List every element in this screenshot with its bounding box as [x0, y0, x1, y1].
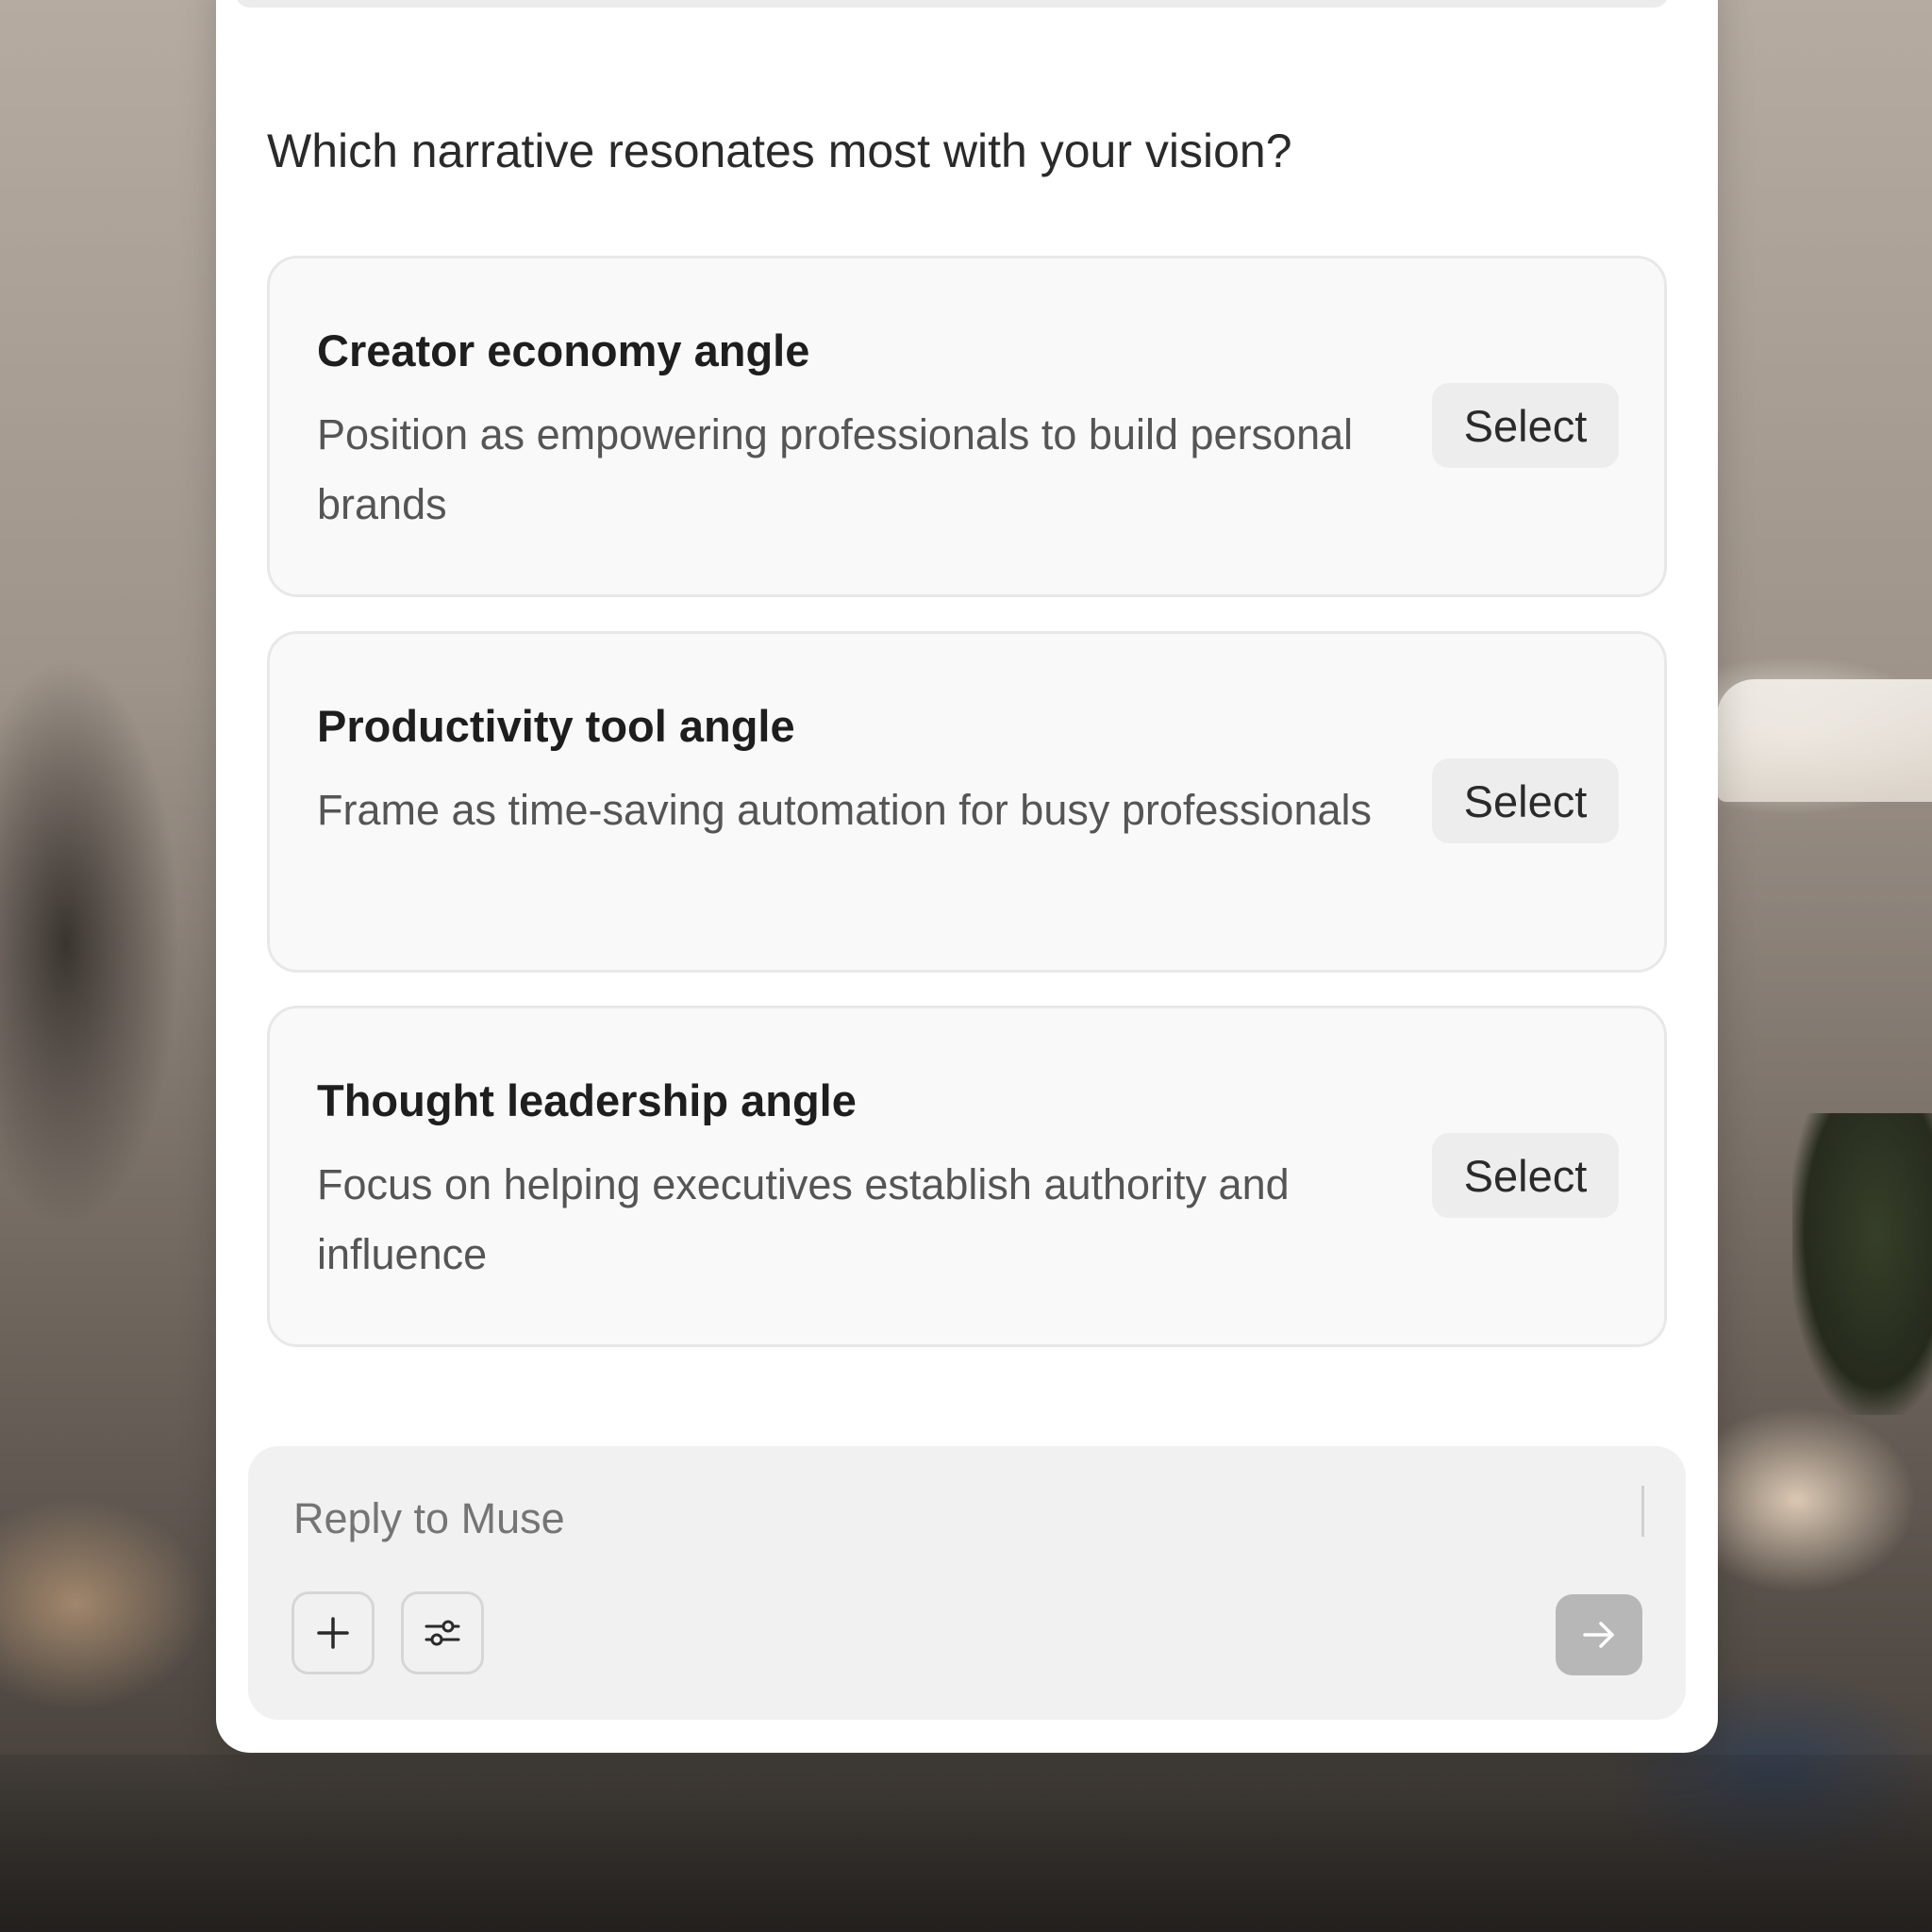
send-button[interactable]: [1556, 1594, 1642, 1675]
select-button[interactable]: Select: [1432, 383, 1619, 468]
select-button[interactable]: Select: [1432, 1133, 1619, 1218]
plus-icon: [317, 1617, 349, 1649]
background-lamp: [1717, 679, 1932, 802]
option-description: Position as empowering professionals to …: [317, 410, 1354, 528]
option-description: Focus on helping executives establish au…: [317, 1160, 1290, 1278]
background-floor: [0, 1755, 1932, 1932]
add-attachment-button[interactable]: [291, 1591, 375, 1674]
option-title: Productivity tool angle: [317, 701, 795, 751]
option-title: Thought leadership angle: [317, 1075, 857, 1125]
sliders-icon: [425, 1620, 460, 1646]
reply-input[interactable]: [291, 1493, 1616, 1544]
question-text: Which narrative resonates most with your…: [267, 125, 1292, 177]
option-title: Creator economy angle: [317, 325, 810, 375]
option-card: Productivity tool angle Frame as time-sa…: [267, 631, 1667, 973]
select-button[interactable]: Select: [1432, 758, 1619, 843]
previous-message-edge: [236, 0, 1668, 8]
reply-composer: [248, 1446, 1686, 1720]
background-plant: [1792, 1113, 1932, 1415]
text-cursor: [1641, 1486, 1644, 1537]
option-description: Frame as time-saving automation for busy…: [317, 786, 1372, 834]
arrow-right-icon: [1583, 1622, 1614, 1648]
option-card: Creator economy angle Position as empowe…: [267, 256, 1667, 597]
option-card: Thought leadership angle Focus on helpin…: [267, 1006, 1667, 1347]
settings-button[interactable]: [401, 1591, 484, 1674]
